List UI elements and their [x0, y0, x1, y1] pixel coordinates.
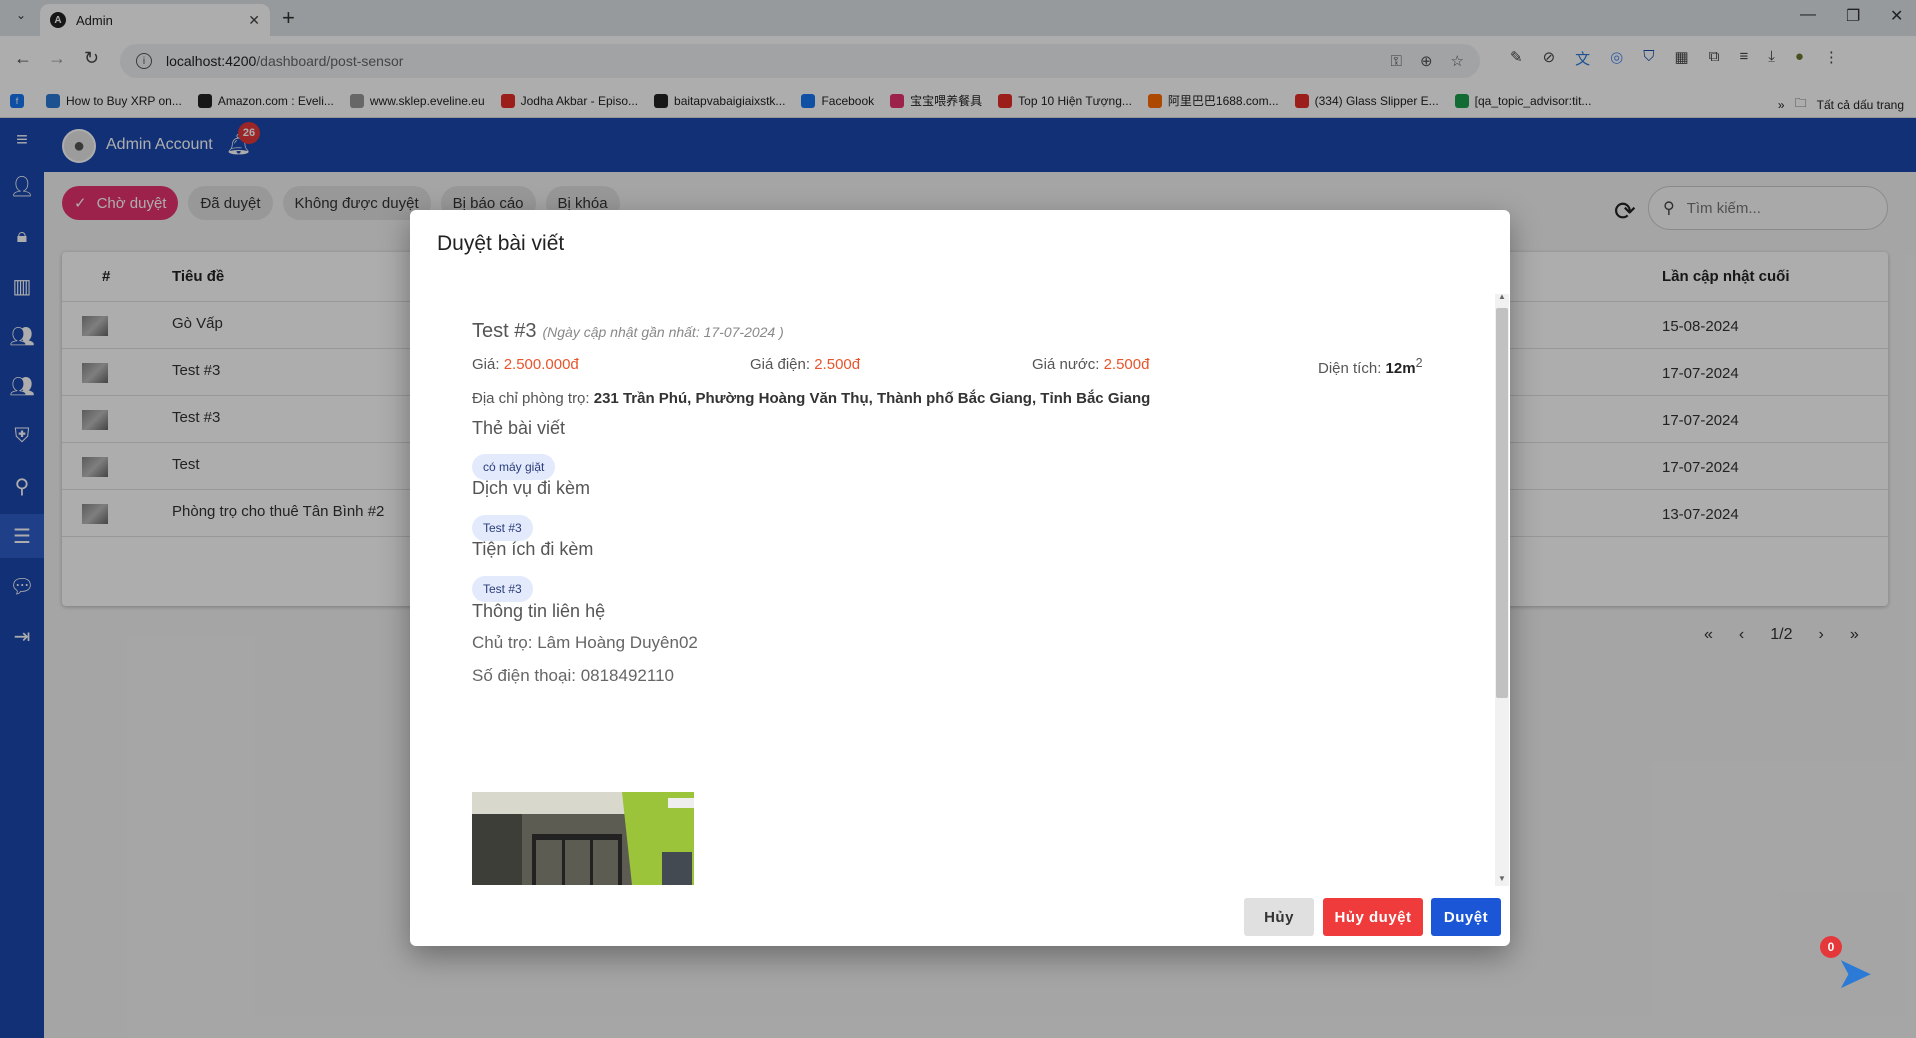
address-line: Địa chỉ phòng trọ: 231 Trần Phú, Phường … [472, 390, 1150, 407]
utility-chip: Test #3 [472, 576, 533, 602]
dialog-title: Duyệt bài viết [437, 232, 565, 255]
scroll-up-arrow-icon[interactable]: ▲ [1498, 292, 1506, 301]
post-title: Test #3 [472, 320, 537, 342]
electric-label: Giá điện: [750, 356, 815, 373]
area-label: Diện tích: [1318, 360, 1386, 377]
water-label: Giá nước: [1032, 356, 1104, 373]
post-title-line: Test #3 (Ngày cập nhật gần nhất: 17-07-20… [472, 320, 784, 343]
approve-button[interactable]: Duyệt [1431, 898, 1501, 936]
dialog-scrollbar-thumb[interactable] [1496, 308, 1508, 698]
cancel-button[interactable]: Hủy [1244, 898, 1314, 936]
owner-phone: Số điện thoại: 0818492110 [472, 666, 674, 685]
utilities-heading: Tiện ích đi kèm [472, 539, 594, 559]
price-label: Giá: [472, 356, 504, 373]
post-updated-note: (Ngày cập nhật gần nhất: 17-07-2024 ) [542, 324, 784, 340]
area-value: 12m [1385, 360, 1416, 377]
tags-heading: Thẻ bài viết [472, 418, 566, 438]
price-value: 2.500.000đ [503, 356, 579, 373]
room-photo[interactable] [472, 792, 694, 885]
room-photo-image [472, 792, 694, 885]
water-value: 2.500đ [1103, 356, 1150, 373]
address-label: Địa chỉ phòng trọ: [472, 390, 594, 407]
scroll-down-arrow-icon[interactable]: ▼ [1498, 874, 1506, 883]
price-row: Giá: 2.500.000đ Giá điện: 2.500đ Giá nướ… [472, 356, 1432, 377]
services-heading: Dịch vụ đi kèm [472, 478, 591, 498]
contact-heading: Thông tin liên hệ [472, 601, 606, 621]
approve-post-dialog: Duyệt bài viết Test #3 (Ngày cập nhật gần… [410, 210, 1510, 946]
area-superscript: 2 [1415, 356, 1423, 370]
electric-value: 2.500đ [814, 356, 861, 373]
reject-button[interactable]: Hủy duyệt [1323, 898, 1423, 936]
tag-chip: có máy giặt [472, 454, 556, 480]
dialog-body: Test #3 (Ngày cập nhật gần nhất: 17-07-20… [410, 290, 1510, 885]
owner-name: Chủ trọ: Lâm Hoàng Duyên02 [472, 633, 698, 652]
service-chip: Test #3 [472, 515, 533, 541]
address-value: 231 Trần Phú, Phường Hoàng Văn Thụ, Thàn… [593, 390, 1151, 407]
send-chat-icon[interactable]: ➤ [1836, 948, 1873, 999]
